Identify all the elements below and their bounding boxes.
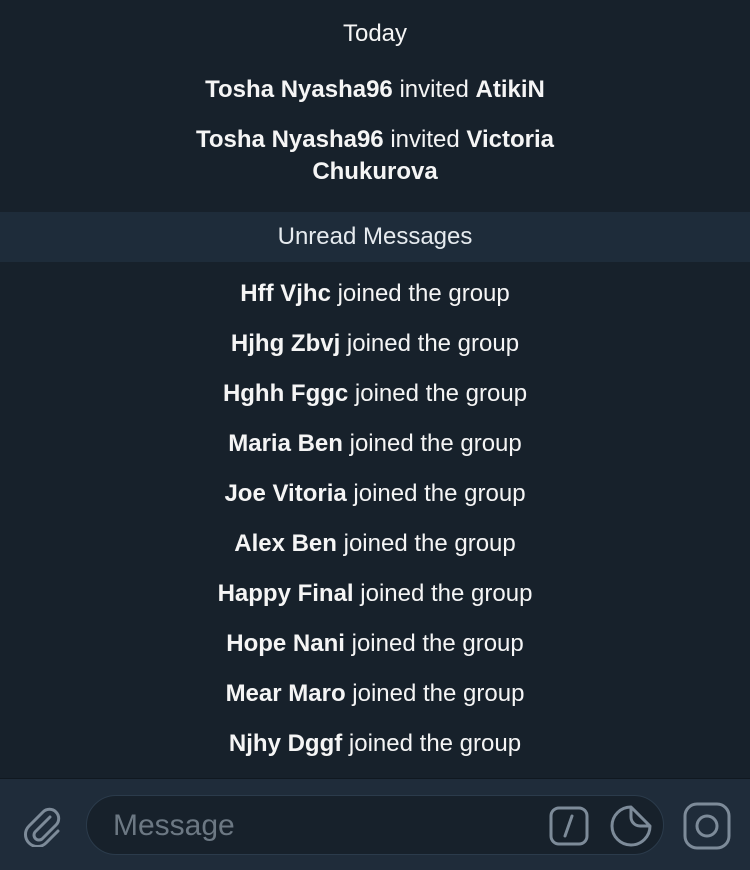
message-composer (0, 778, 750, 870)
member-name[interactable]: Hjhg Zbvj (231, 330, 340, 357)
member-name[interactable]: Hghh Fggc (223, 380, 348, 407)
unread-messages-divider: Unread Messages (0, 212, 750, 262)
join-text: joined the group (353, 480, 526, 507)
invite-message: Tosha Nyasha96 invited Victoria Chukurov… (0, 124, 750, 188)
camera-icon (683, 802, 731, 850)
join-message: Hope Nani joined the group (0, 628, 750, 678)
join-message-list: Hff Vjhc joined the group Hjhg Zbvj join… (0, 278, 750, 778)
join-text: joined the group (349, 430, 522, 457)
join-message: Joe Vitoria joined the group (0, 478, 750, 528)
join-message: Maria Ben joined the group (0, 428, 750, 478)
inviter-name[interactable]: Tosha Nyasha96 (205, 76, 393, 103)
inviter-name[interactable]: Tosha Nyasha96 (196, 126, 384, 153)
camera-button[interactable] (682, 801, 732, 851)
message-input[interactable] (111, 796, 535, 856)
join-message: Alex Ben joined the group (0, 528, 750, 578)
join-text: joined the group (351, 630, 524, 657)
chat-history: Today Tosha Nyasha96 invited AtikiN Tosh… (0, 0, 750, 778)
invite-verb: invited (390, 126, 460, 153)
join-message: Mear Maro joined the group (0, 678, 750, 728)
member-name[interactable]: Hope Nani (226, 630, 345, 657)
date-header: Today (0, 18, 750, 50)
date-header-label: Today (342, 20, 408, 47)
join-text: joined the group (348, 730, 522, 757)
join-message: Hjhg Zbvj joined the group (0, 328, 750, 378)
bot-commands-button[interactable] (549, 806, 589, 846)
sticker-icon (610, 805, 652, 847)
join-message: Hghh Fggc joined the group (0, 378, 750, 428)
join-text: joined the group (343, 530, 516, 557)
member-name[interactable]: Hff Vjhc (240, 280, 331, 307)
invite-verb: invited (399, 76, 469, 103)
sticker-button[interactable] (609, 804, 653, 848)
member-name[interactable]: Happy Final (218, 580, 354, 607)
invite-message: Tosha Nyasha96 invited AtikiN (0, 74, 750, 106)
invitee-name[interactable]: AtikiN (476, 76, 545, 103)
member-name[interactable]: Maria Ben (228, 430, 343, 457)
slash-command-icon (549, 806, 589, 846)
member-name[interactable]: Njhy Dggf (229, 730, 342, 757)
join-text: joined the group (346, 330, 520, 357)
join-message: Njhy Dggf joined the group (0, 728, 750, 778)
join-text: joined the group (360, 580, 533, 607)
member-name[interactable]: Mear Maro (226, 680, 346, 707)
member-name[interactable]: Joe Vitoria (224, 480, 346, 507)
join-text: joined the group (354, 380, 528, 407)
unread-messages-label: Unread Messages (277, 223, 473, 250)
join-message: Hff Vjhc joined the group (0, 278, 750, 328)
paperclip-icon (24, 807, 61, 847)
join-text: joined the group (352, 680, 525, 707)
join-message: Happy Final joined the group (0, 578, 750, 628)
member-name[interactable]: Alex Ben (234, 530, 337, 557)
join-text: joined the group (337, 280, 510, 307)
message-field[interactable] (86, 795, 664, 856)
attach-button[interactable] (18, 801, 66, 849)
